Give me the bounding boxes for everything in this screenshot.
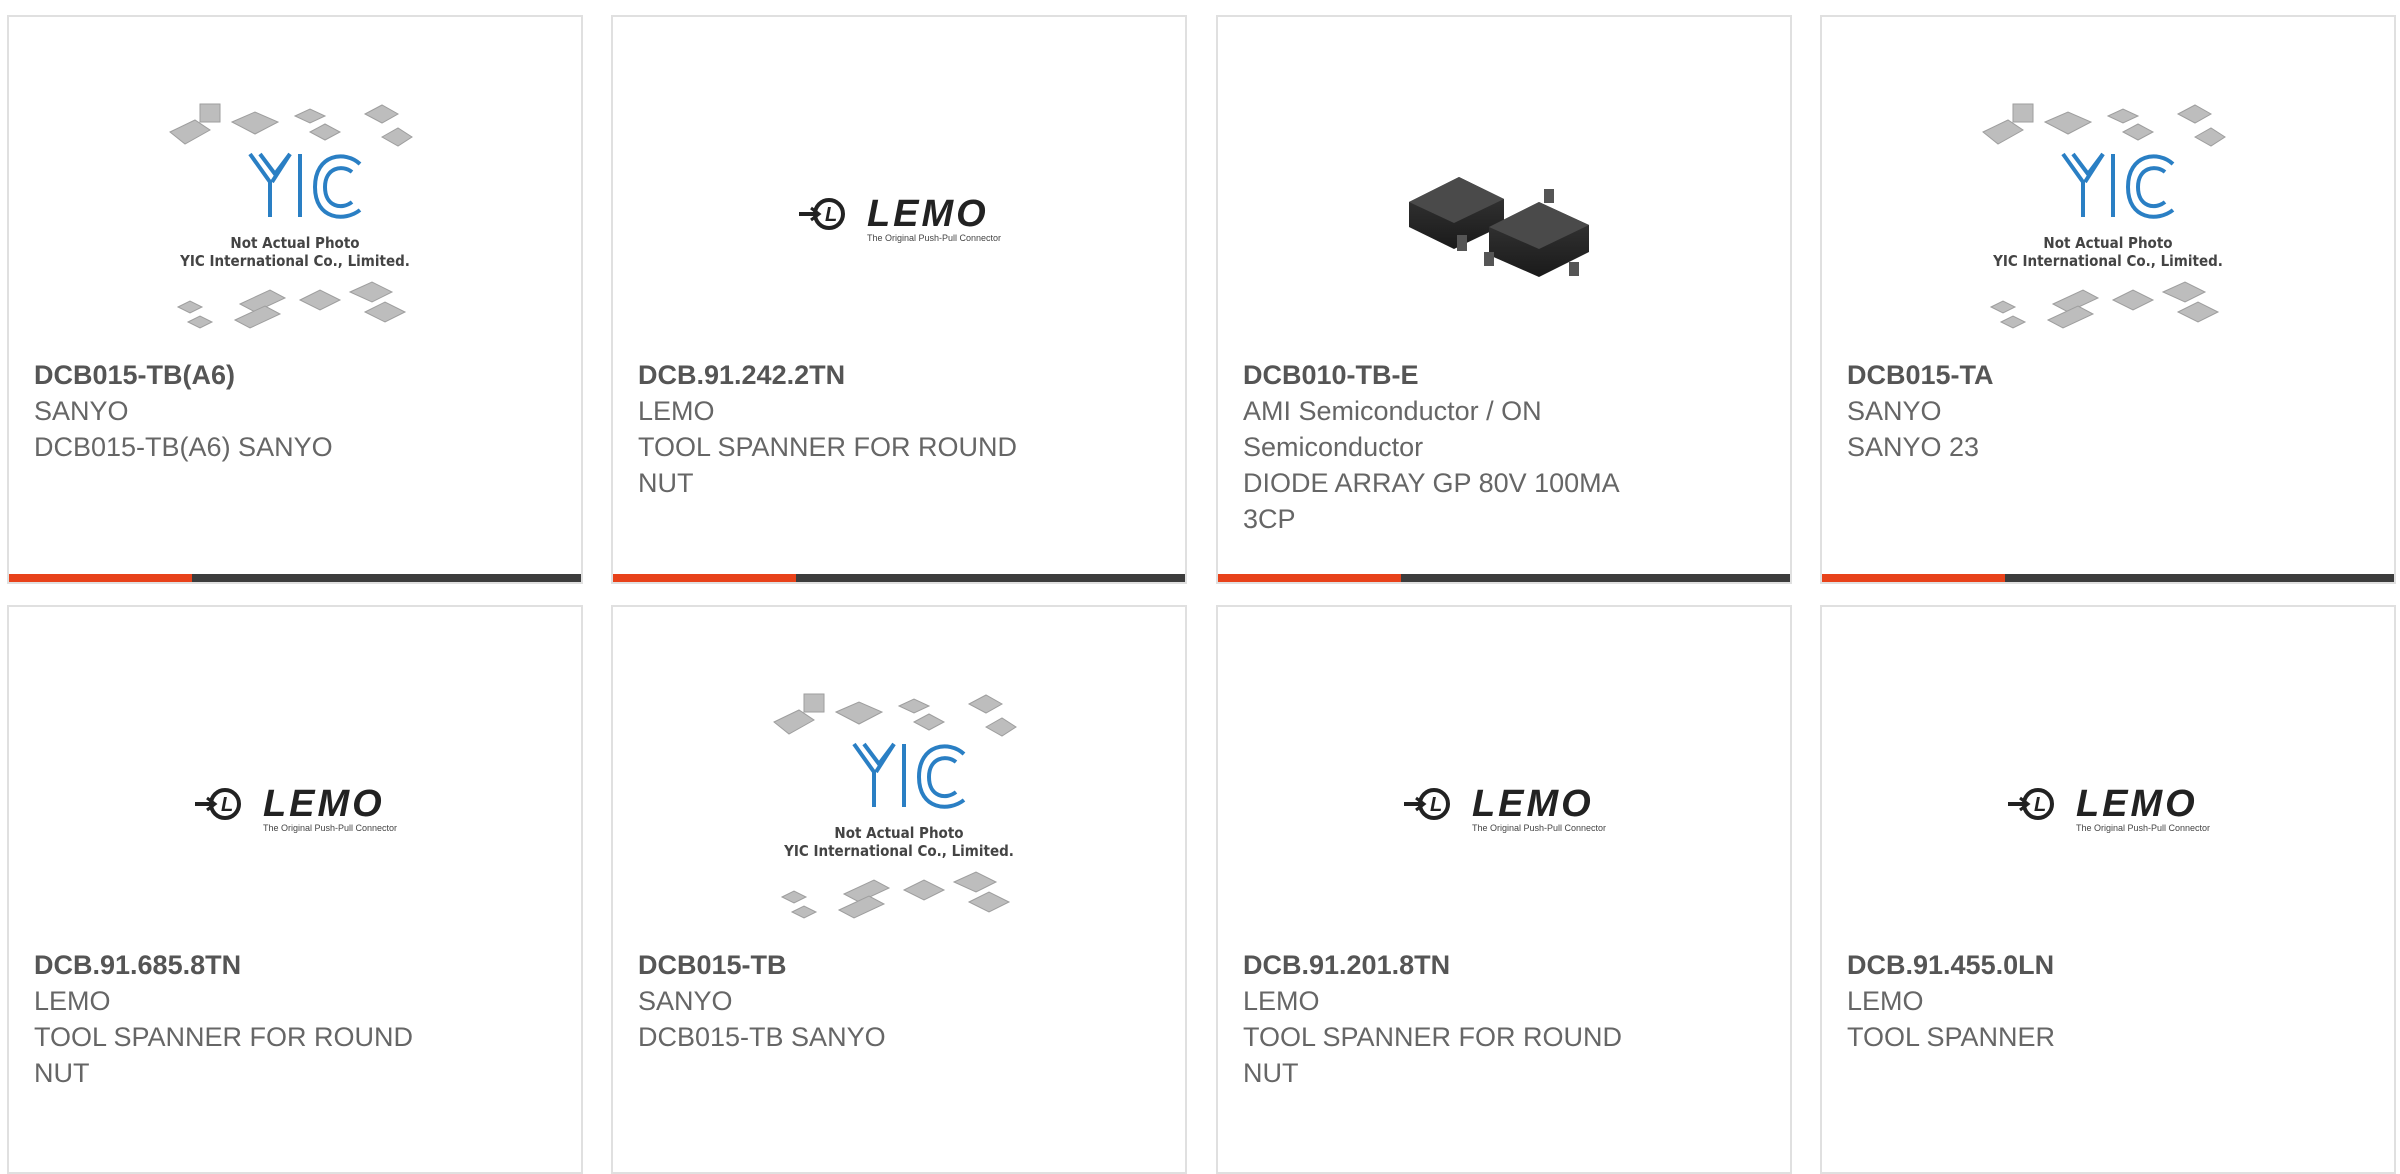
product-info: DCB.91.455.0LN LEMO TOOL SPANNER [1847, 947, 2267, 1055]
manufacturer: SANYO [34, 396, 129, 426]
product-image[interactable]: L LEMO The Original Push-Pull Connector [613, 67, 1185, 367]
product-card[interactable]: Not Actual Photo YIC International Co., … [1820, 15, 2396, 584]
lemo-logo-text: LEMO [2075, 782, 2198, 825]
placeholder-caption-line2: YIC International Co., Limited. [784, 842, 1014, 860]
part-number-link[interactable]: DCB010-TB-E [1243, 357, 1663, 393]
lemo-logo-tagline: The Original Push-Pull Connector [1471, 823, 1607, 833]
description: TOOL SPANNER FOR ROUND NUT [1243, 1022, 1623, 1088]
card-bottom-accent [613, 574, 796, 582]
card-bottom-accent [9, 574, 192, 582]
lemo-logo-tagline: The Original Push-Pull Connector [262, 823, 398, 833]
lemo-logo: L LEMO The Original Push-Pull Connector [193, 781, 397, 833]
product-image[interactable]: L LEMO The Original Push-Pull Connector [1822, 657, 2394, 957]
product-card[interactable]: L LEMO The Original Push-Pull Connector … [611, 15, 1187, 584]
part-number-link[interactable]: DCB015-TB [638, 947, 1058, 983]
manufacturer: LEMO [34, 986, 111, 1016]
product-info: DCB.91.201.8TN LEMO TOOL SPANNER FOR ROU… [1243, 947, 1663, 1091]
card-bottom-bar [1218, 574, 1790, 582]
product-image[interactable] [1218, 67, 1790, 367]
description: DCB015-TB SANYO [638, 1022, 886, 1052]
description: DCB015-TB(A6) SANYO [34, 432, 333, 462]
manufacturer: LEMO [638, 396, 715, 426]
lemo-connector-icon: L [1403, 788, 1450, 820]
lemo-logo-tagline: The Original Push-Pull Connector [866, 233, 1002, 243]
placeholder-caption-line1: Not Actual Photo [834, 824, 964, 842]
lemo-logo-tagline: The Original Push-Pull Connector [2075, 823, 2211, 833]
svg-text:L: L [2034, 794, 2046, 816]
manufacturer: AMI Semiconductor / ON Semiconductor [1243, 396, 1542, 462]
manufacturer: LEMO [1243, 986, 1320, 1016]
lemo-logo: L LEMO The Original Push-Pull Connector [2006, 781, 2210, 833]
lemo-connector-icon: L [798, 198, 845, 230]
product-info: DCB015-TB(A6) SANYO DCB015-TB(A6) SANYO [34, 357, 454, 465]
product-info: DCB010-TB-E AMI Semiconductor / ON Semic… [1243, 357, 1663, 537]
description: TOOL SPANNER FOR ROUND NUT [638, 432, 1018, 498]
card-bottom-accent [1218, 574, 1401, 582]
chip-packages-illustration [1982, 103, 2226, 329]
description: TOOL SPANNER [1847, 1022, 2056, 1052]
manufacturer: LEMO [1847, 986, 1924, 1016]
description: TOOL SPANNER FOR ROUND NUT [34, 1022, 414, 1088]
placeholder-caption-line2: YIC International Co., Limited. [1993, 252, 2223, 270]
lemo-logo-text: LEMO [866, 192, 989, 235]
card-bottom-accent [1822, 574, 2005, 582]
product-info: DCB015-TA SANYO SANYO 23 [1847, 357, 2267, 465]
svg-text:L: L [221, 794, 233, 816]
card-bottom-bar [9, 574, 581, 582]
product-info: DCB015-TB SANYO DCB015-TB SANYO [638, 947, 1058, 1055]
product-card[interactable]: L LEMO The Original Push-Pull Connector … [1216, 605, 1792, 1174]
not-actual-photo-image: Not Actual Photo YIC International Co., … [1973, 92, 2243, 342]
product-image[interactable]: L LEMO The Original Push-Pull Connector [1218, 657, 1790, 957]
product-image[interactable]: Not Actual Photo YIC International Co., … [9, 67, 581, 367]
svg-text:L: L [1430, 794, 1442, 816]
product-image[interactable]: Not Actual Photo YIC International Co., … [1822, 67, 2394, 367]
part-number-link[interactable]: DCB.91.201.8TN [1243, 947, 1663, 983]
product-card[interactable]: Not Actual Photo YIC International Co., … [611, 605, 1187, 1174]
part-number-link[interactable]: DCB015-TA [1847, 357, 2267, 393]
description: SANYO 23 [1847, 432, 1980, 462]
part-number-link[interactable]: DCB.91.242.2TN [638, 357, 1058, 393]
product-card[interactable]: Not Actual Photo YIC International Co., … [7, 15, 583, 584]
manufacturer: SANYO [1847, 396, 1942, 426]
description: DIODE ARRAY GP 80V 100MA 3CP [1243, 468, 1619, 534]
placeholder-caption-line2: YIC International Co., Limited. [180, 252, 410, 270]
product-card[interactable]: DCB010-TB-E AMI Semiconductor / ON Semic… [1216, 15, 1792, 584]
manufacturer: SANYO [638, 986, 733, 1016]
placeholder-caption-line1: Not Actual Photo [2043, 234, 2173, 252]
lemo-logo: L LEMO The Original Push-Pull Connector [797, 191, 1001, 243]
part-number-link[interactable]: DCB.91.685.8TN [34, 947, 454, 983]
chip-packages-illustration [773, 693, 1017, 919]
chip-packages-illustration [169, 103, 413, 329]
product-info: DCB.91.242.2TN LEMO TOOL SPANNER FOR ROU… [638, 357, 1058, 501]
product-card[interactable]: L LEMO The Original Push-Pull Connector … [7, 605, 583, 1174]
lemo-logo-text: LEMO [262, 782, 385, 825]
placeholder-caption-line1: Not Actual Photo [230, 234, 360, 252]
part-number-link[interactable]: DCB.91.455.0LN [1847, 947, 2267, 983]
sot23-package-photo [1409, 177, 1589, 277]
product-image[interactable]: L LEMO The Original Push-Pull Connector [9, 657, 581, 957]
card-bottom-bar [1822, 574, 2394, 582]
not-actual-photo-image: Not Actual Photo YIC International Co., … [160, 92, 430, 342]
product-card[interactable]: L LEMO The Original Push-Pull Connector … [1820, 605, 2396, 1174]
lemo-connector-icon: L [2007, 788, 2054, 820]
lemo-connector-icon: L [194, 788, 241, 820]
svg-text:L: L [825, 204, 837, 226]
not-actual-photo-image: Not Actual Photo YIC International Co., … [764, 682, 1034, 932]
product-info: DCB.91.685.8TN LEMO TOOL SPANNER FOR ROU… [34, 947, 454, 1091]
lemo-logo-text: LEMO [1471, 782, 1594, 825]
card-bottom-bar [613, 574, 1185, 582]
lemo-logo: L LEMO The Original Push-Pull Connector [1402, 781, 1606, 833]
product-image[interactable]: Not Actual Photo YIC International Co., … [613, 657, 1185, 957]
part-number-link[interactable]: DCB015-TB(A6) [34, 357, 454, 393]
